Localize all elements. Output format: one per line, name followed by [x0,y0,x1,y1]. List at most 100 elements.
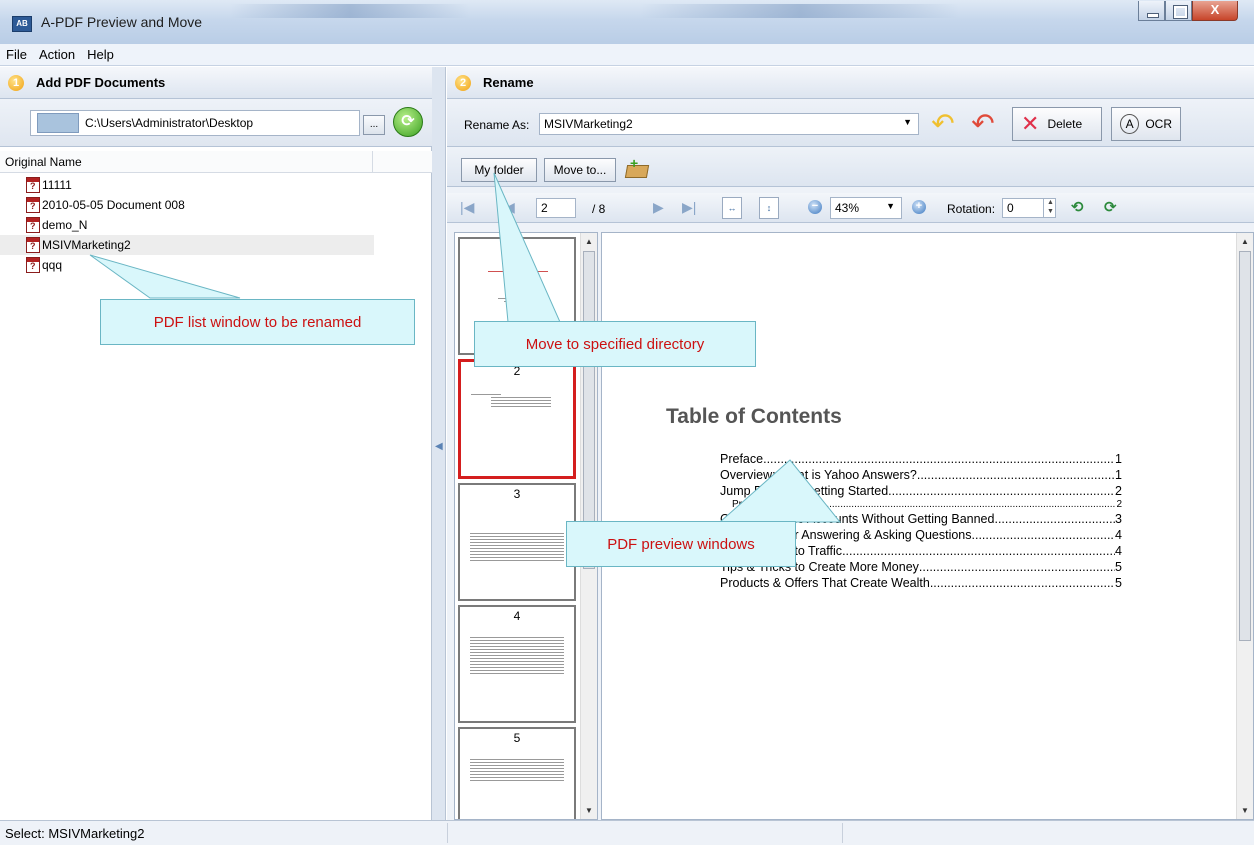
pdf-file-icon [26,237,40,253]
zoom-in-icon[interactable]: + [912,200,926,214]
folder-icon [37,113,79,133]
panel-title: Add PDF Documents [36,75,166,90]
previous-page-icon[interactable]: ◀ [504,199,515,216]
window-title: A-PDF Preview and Move [41,14,203,30]
rotate-left-icon[interactable]: ⟲ [1071,198,1084,216]
step-badge: 1 [8,74,24,91]
page-heading: Table of Contents [666,405,842,428]
list-header[interactable]: Original Name [0,151,432,173]
thumbnail-page[interactable]: 5 [458,727,576,819]
my-folder-button[interactable]: My folder [461,158,537,182]
window-controls: X [1138,1,1238,23]
navigation-toolbar: |◀ ◀ 2 / 8 ▶ ▶| ↔ ↕ − 43% ▼ + Rotation: … [447,193,1254,223]
list-item-selected[interactable]: MSIVMarketing2 [0,235,374,255]
title-bar-decoration [640,4,960,18]
zoom-out-icon[interactable]: − [808,200,822,214]
page-total: / 8 [592,202,606,216]
status-bar: Select: MSIVMarketing2 [0,820,1254,845]
next-page-icon[interactable]: ▶ [653,199,664,216]
list-item[interactable]: demo_N [0,215,432,235]
thumbnail-page[interactable]: 3 [458,483,576,601]
column-divider [372,151,373,173]
callout-preview: PDF preview windows [566,521,796,567]
pdf-file-icon [26,177,40,193]
toc-entry: Preface1 [720,451,1122,467]
status-divider [842,823,843,843]
last-page-icon[interactable]: ▶| [682,199,696,216]
browse-button[interactable]: ... [363,115,385,135]
rename-header: 2 Rename [447,67,1254,99]
path-field[interactable]: C:\Users\Administrator\Desktop [30,110,360,136]
add-folder-icon[interactable]: + [624,155,650,179]
file-name: 11111 [42,178,72,192]
page-number-input[interactable]: 2 [536,198,576,218]
file-name: demo_N [42,218,88,232]
delete-button[interactable]: ✕ Delete [1012,107,1102,141]
status-text: Select: MSIVMarketing2 [5,826,145,841]
menu-action[interactable]: Action [39,47,75,62]
list-item[interactable]: 11111 [0,175,432,195]
file-name: qqq [42,258,63,272]
delete-label: Delete [1047,117,1083,131]
toc-entry: Products & Offers That Create Wealth5 [720,575,1122,591]
scroll-down-icon[interactable]: ▼ [1241,806,1249,815]
rotation-spinner[interactable]: ▲ ▼ [1043,198,1057,218]
callout-list: PDF list window to be renamed [100,299,415,345]
pdf-file-icon [26,197,40,213]
file-name: 2010-05-05 Document 008 [42,198,185,212]
path-text: C:\Users\Administrator\Desktop [85,116,254,130]
title-bar: AB A-PDF Preview and Move X [0,0,1254,44]
thumbnail-number: 4 [513,609,521,623]
delete-icon: ✕ [1021,111,1040,136]
fit-width-icon[interactable]: ↔ [722,197,742,219]
preview-scrollbar[interactable]: ▲ ▼ [1236,233,1253,819]
scroll-up-icon[interactable]: ▲ [1241,237,1249,246]
panel-splitter[interactable]: ◀ [432,67,446,820]
rename-as-label: Rename As: [464,118,530,132]
ocr-label: OCR [1145,117,1172,131]
list-item[interactable]: qqq [0,255,432,275]
fit-height-icon[interactable]: ↕ [759,197,779,219]
scrollbar-thumb[interactable] [1239,251,1251,641]
thumbnail-number: 5 [513,731,521,745]
thumbnail-page[interactable]: 4 [458,605,576,723]
collapse-arrow-icon[interactable]: ◀ [435,441,443,452]
path-row: C:\Users\Administrator\Desktop ... ⟳ [0,99,432,147]
first-page-icon[interactable]: |◀ [460,199,474,216]
menu-help[interactable]: Help [87,47,114,62]
title-bar-decoration [230,4,470,18]
file-list: 11111 2010-05-05 Document 008 demo_N MSI… [0,175,432,275]
callout-move: Move to specified directory [474,321,756,367]
redo-icon[interactable]: ↶ [967,110,999,138]
move-to-button[interactable]: Move to... [544,158,616,182]
rotation-label: Rotation: [947,202,996,216]
list-item[interactable]: 2010-05-05 Document 008 [0,195,432,215]
menu-bar: File Action Help [0,44,1254,66]
app-icon: AB [12,16,32,32]
chevron-down-icon[interactable]: ▼ [903,117,912,127]
close-button[interactable]: X [1192,1,1238,21]
toc-entry: Products To Sell2 [720,499,1122,511]
maximize-button[interactable] [1165,1,1192,21]
chevron-down-icon[interactable]: ▼ [886,201,895,211]
pdf-file-icon [26,217,40,233]
zoom-select[interactable]: 43% ▼ [830,197,902,219]
rotate-right-icon[interactable]: ⟳ [1104,198,1117,216]
toc-entry: Overview: What is Yahoo Answers?1 [720,467,1122,483]
rename-value: MSIVMarketing2 [544,117,633,131]
folder-row: My folder Move to... + [447,147,1254,187]
scroll-up-icon[interactable]: ▲ [585,237,593,246]
column-original-name[interactable]: Original Name [5,155,82,169]
scroll-down-icon[interactable]: ▼ [585,806,593,815]
pdf-file-icon [26,257,40,273]
right-panel: 2 Rename Rename As: MSIVMarketing2 ▼ ↶ ↶… [447,67,1254,820]
menu-file[interactable]: File [6,47,27,62]
minimize-button[interactable] [1138,1,1165,21]
ocr-button[interactable]: A OCR [1111,107,1181,141]
thumbnail-page-selected[interactable]: 2 [458,359,576,479]
undo-icon[interactable]: ↶ [927,110,959,138]
zoom-value: 43% [835,201,860,215]
refresh-icon[interactable]: ⟳ [393,107,423,137]
file-name: MSIVMarketing2 [42,238,131,252]
rename-combo[interactable]: MSIVMarketing2 ▼ [539,113,919,135]
